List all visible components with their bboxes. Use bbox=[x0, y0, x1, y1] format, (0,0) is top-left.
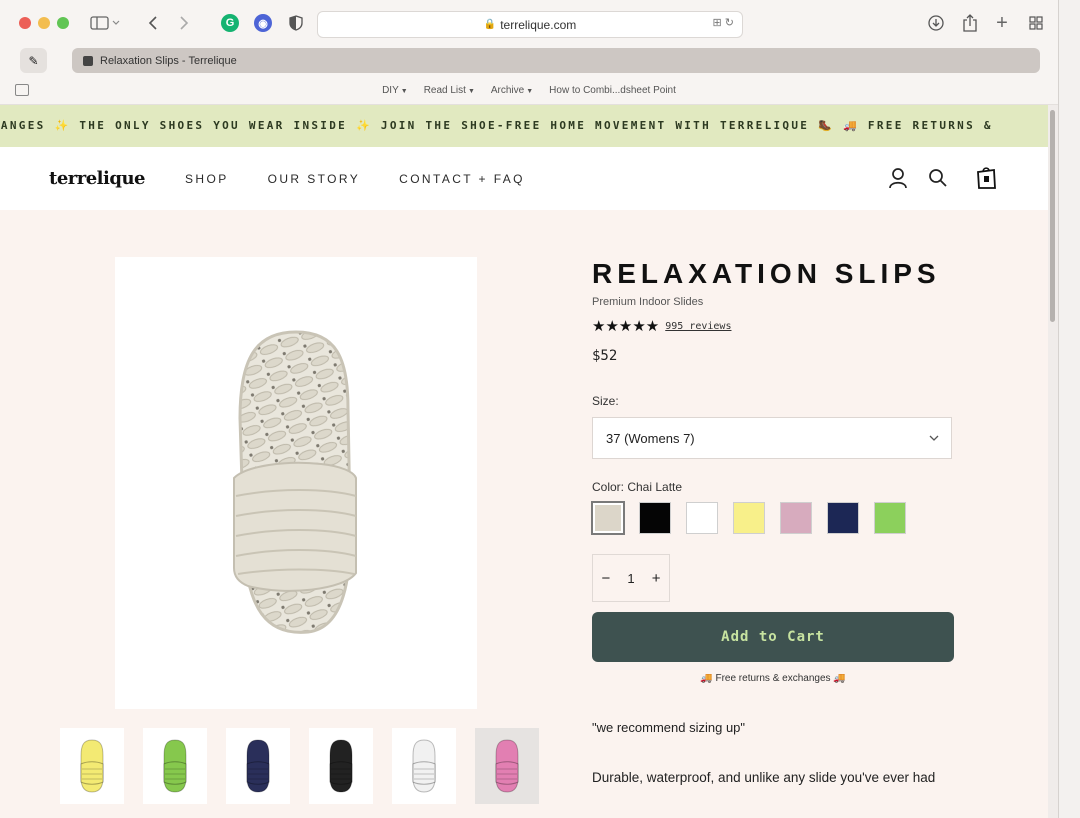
add-to-cart-button[interactable]: Add to Cart bbox=[592, 612, 954, 662]
cart-bag-icon[interactable] bbox=[974, 166, 998, 190]
back-icon[interactable] bbox=[143, 12, 163, 34]
chevron-down-icon: ▼ bbox=[400, 88, 408, 95]
pinned-tab[interactable]: ✎ bbox=[20, 48, 47, 73]
quantity-value[interactable]: 1 bbox=[627, 571, 634, 586]
scrollbar-thumb[interactable] bbox=[1050, 110, 1055, 322]
grammarly-extension-icon[interactable]: G bbox=[220, 12, 240, 34]
page-scrollbar[interactable] bbox=[1048, 105, 1058, 818]
color-swatch[interactable] bbox=[827, 502, 859, 534]
product-description: Durable, waterproof, and unlike any slid… bbox=[592, 770, 936, 785]
size-label: Size: bbox=[592, 394, 619, 408]
downloads-icon[interactable] bbox=[926, 12, 946, 34]
tab-overview-icon[interactable] bbox=[1026, 12, 1046, 34]
reviews-link[interactable]: 995 reviews bbox=[665, 321, 731, 332]
slide-thumbnail-image bbox=[412, 739, 436, 793]
favorites-list: DIY ▼ Read List ▼ Archive ▼ How to Combi...dsh… bbox=[0, 85, 1058, 96]
product-thumbnail[interactable] bbox=[309, 728, 373, 804]
size-select[interactable]: 37 (Womens 7) bbox=[592, 417, 952, 459]
product-subtitle: Premium Indoor Slides bbox=[592, 296, 704, 308]
search-icon[interactable] bbox=[926, 166, 950, 190]
translate-reload-icon[interactable]: ⊞ ↻ bbox=[713, 16, 735, 29]
chevron-down-icon: ▼ bbox=[467, 88, 475, 95]
tab-active[interactable]: Relaxation Slips - Terrelique bbox=[72, 48, 1040, 73]
size-select-value: 37 (Womens 7) bbox=[606, 430, 695, 446]
extension-icon[interactable]: ◉ bbox=[253, 12, 273, 34]
favorite-item[interactable]: Archive ▼ bbox=[491, 85, 533, 96]
sidebar-toggle-icon[interactable] bbox=[88, 12, 122, 34]
product-info: RELAXATION SLIPS Premium Indoor Slides ★… bbox=[591, 258, 992, 789]
color-swatch[interactable] bbox=[591, 501, 625, 535]
product-thumbnail[interactable] bbox=[226, 728, 290, 804]
slide-thumbnail-image bbox=[80, 739, 104, 793]
leaf-icon: ✎ bbox=[28, 53, 39, 68]
free-returns-note: 🚚 Free returns & exchanges 🚚 bbox=[700, 673, 846, 684]
thumbnail-strip bbox=[60, 728, 539, 804]
browser-window: G ◉ 🔒 terrelique.com ⊞ ↻ + ✎ Relaxation … bbox=[0, 0, 1059, 818]
increase-quantity-button[interactable]: + bbox=[652, 570, 661, 587]
chevron-down-icon: ▼ bbox=[526, 88, 534, 95]
favorite-item[interactable]: How to Combi...dsheet Point bbox=[549, 85, 676, 96]
nav-link-our-story[interactable]: OUR STORY bbox=[268, 172, 361, 186]
product-thumbnail[interactable] bbox=[143, 728, 207, 804]
lock-icon: 🔒 bbox=[483, 19, 497, 30]
chevron-down-icon bbox=[929, 432, 939, 444]
product-main-image[interactable] bbox=[115, 257, 477, 709]
favicon-icon bbox=[83, 55, 93, 66]
nav-link-shop[interactable]: SHOP bbox=[185, 172, 229, 186]
color-label: Color: Chai Latte bbox=[592, 480, 683, 494]
browser-toolbar: G ◉ 🔒 terrelique.com ⊞ ↻ + bbox=[0, 0, 1058, 44]
color-swatches bbox=[591, 501, 992, 535]
favorites-bar: DIY ▼ Read List ▼ Archive ▼ How to Combi...dsh… bbox=[0, 78, 1058, 105]
slide-thumbnail-image bbox=[495, 739, 519, 793]
color-swatch[interactable] bbox=[686, 502, 718, 534]
tab-bar: ✎ Relaxation Slips - Terrelique bbox=[0, 44, 1058, 78]
product-title: RELAXATION SLIPS bbox=[592, 258, 941, 289]
product-thumbnail[interactable] bbox=[60, 728, 124, 804]
color-swatch[interactable] bbox=[639, 502, 671, 534]
slide-thumbnail-image bbox=[329, 739, 353, 793]
product-thumbnail[interactable] bbox=[392, 728, 456, 804]
close-window-button[interactable] bbox=[19, 17, 31, 29]
favorite-label: Archive bbox=[490, 85, 525, 96]
quantity-stepper: − 1 + bbox=[592, 554, 670, 602]
zoom-window-button[interactable] bbox=[57, 17, 69, 29]
new-tab-icon[interactable]: + bbox=[992, 12, 1012, 34]
decrease-quantity-button[interactable]: − bbox=[602, 570, 611, 587]
product-section: RELAXATION SLIPS Premium Indoor Slides ★… bbox=[0, 210, 1048, 818]
site-logo[interactable]: terrelique bbox=[49, 168, 146, 189]
slide-thumbnail-image bbox=[246, 739, 270, 793]
share-icon[interactable] bbox=[960, 12, 980, 34]
star-rating: ★★★★★ bbox=[592, 318, 660, 335]
product-thumbnail[interactable] bbox=[475, 728, 539, 804]
forward-icon[interactable] bbox=[174, 12, 194, 34]
favorite-item[interactable]: Read List ▼ bbox=[424, 85, 475, 96]
account-icon[interactable] bbox=[886, 166, 910, 190]
slide-sandal-image bbox=[233, 330, 357, 634]
color-swatch[interactable] bbox=[874, 502, 906, 534]
color-swatch[interactable] bbox=[733, 502, 765, 534]
minimize-window-button[interactable] bbox=[38, 17, 50, 29]
tab-title: Relaxation Slips - Terrelique bbox=[100, 54, 237, 67]
favorite-label: DIY bbox=[382, 85, 399, 96]
nav-link-contact-faq[interactable]: CONTACT + FAQ bbox=[399, 172, 525, 186]
address-bar[interactable]: 🔒 terrelique.com ⊞ ↻ bbox=[317, 11, 743, 38]
favorite-label: Read List bbox=[423, 85, 466, 96]
favorite-item[interactable]: DIY ▼ bbox=[382, 85, 408, 96]
privacy-shield-icon[interactable] bbox=[286, 12, 306, 34]
main-nav: SHOP OUR STORY CONTACT + FAQ bbox=[185, 172, 525, 186]
marquee-text: HANGES ✨ THE ONLY SHOES YOU WEAR INSIDE … bbox=[0, 119, 993, 132]
url-text: terrelique.com bbox=[500, 17, 577, 32]
slide-thumbnail-image bbox=[163, 739, 187, 793]
announcement-marquee: HANGES ✨ THE ONLY SHOES YOU WEAR INSIDE … bbox=[0, 105, 1048, 147]
product-price: $52 bbox=[592, 348, 618, 364]
site-header: terrelique SHOP OUR STORY CONTACT + FAQ bbox=[0, 147, 1048, 211]
favorite-label: How to Combi...dsheet Point bbox=[549, 85, 676, 96]
sizing-note: "we recommend sizing up" bbox=[592, 720, 746, 735]
rating-row: ★★★★★ 995 reviews bbox=[592, 317, 992, 335]
color-swatch[interactable] bbox=[780, 502, 812, 534]
